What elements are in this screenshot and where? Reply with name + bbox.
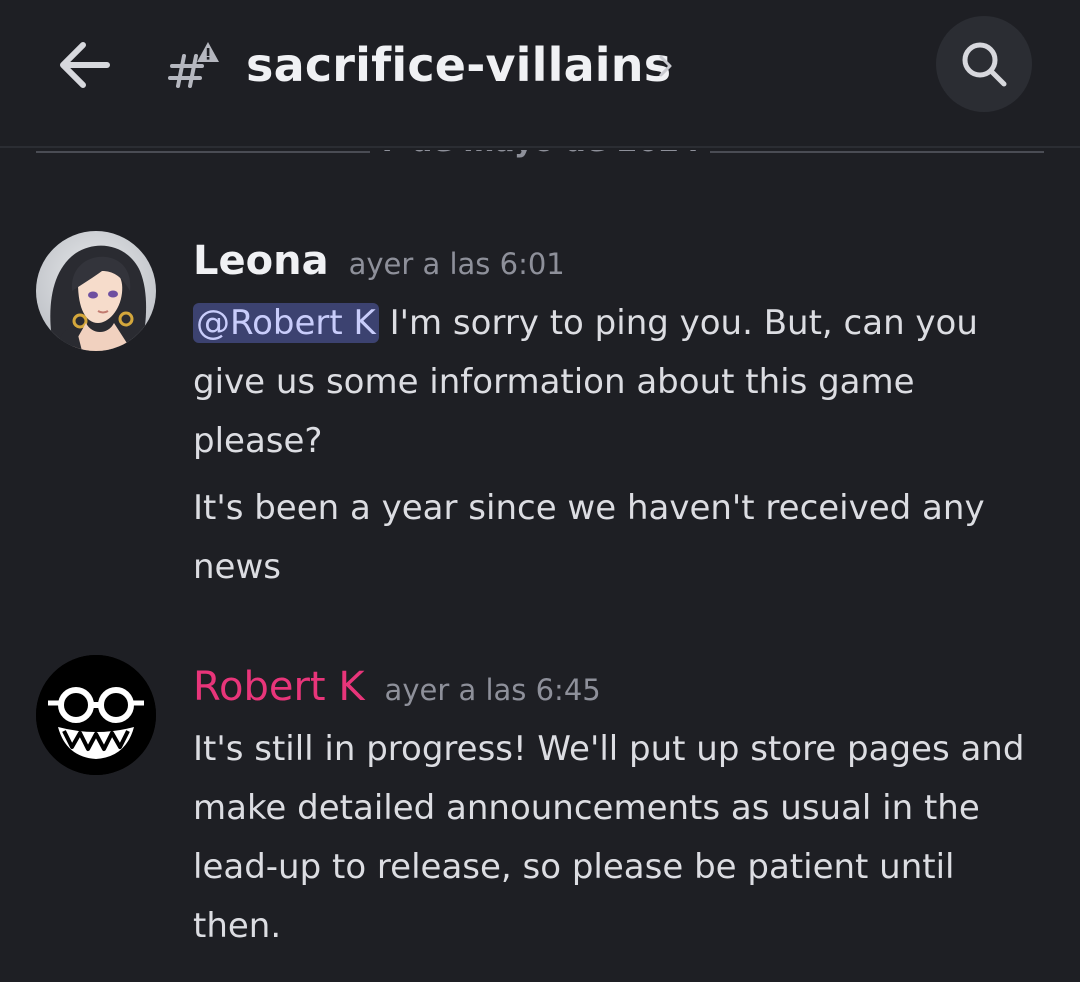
thread-channel-icon (168, 42, 219, 88)
avatar-robert-k[interactable] (36, 655, 156, 775)
chevron-right-icon[interactable] (654, 48, 678, 84)
message-paragraph: It's still in progress! We'll put up sto… (193, 720, 1043, 956)
message-header: Robert K ayer a las 6:45 (193, 664, 601, 710)
chat-screen: sacrifice-villains 7 de mayo de 2024 (0, 0, 1080, 982)
search-button[interactable] (936, 16, 1032, 112)
message-timestamp: ayer a las 6:45 (384, 673, 601, 707)
message-content: It's still in progress! We'll put up sto… (193, 720, 1043, 956)
avatar-leona[interactable] (36, 231, 156, 351)
message-content: @Robert K I'm sorry to ping you. But, ca… (193, 294, 1043, 597)
leona-avatar-image (36, 231, 156, 351)
date-divider-text: 7 de mayo de 2024 (370, 150, 710, 159)
message-robert-k[interactable]: Robert K ayer a las 6:45 It's still in pr… (0, 654, 1080, 964)
back-button[interactable] (50, 30, 120, 100)
robert-avatar-image (36, 655, 156, 775)
message-text: It's still in progress! We'll put up sto… (193, 729, 1025, 946)
message-timestamp: ayer a las 6:01 (348, 247, 565, 281)
divider-line-right (710, 151, 1044, 153)
divider-line-left (36, 151, 370, 153)
message-paragraph: @Robert K I'm sorry to ping you. But, ca… (193, 294, 1043, 471)
arrow-left-icon (60, 42, 110, 88)
message-text: It's been a year since we haven't receiv… (193, 488, 985, 587)
channel-header: sacrifice-villains (0, 0, 1080, 148)
message-header: Leona ayer a las 6:01 (193, 238, 565, 284)
author-name[interactable]: Leona (193, 238, 329, 284)
author-name[interactable]: Robert K (193, 664, 365, 710)
channel-title[interactable]: sacrifice-villains (246, 38, 671, 92)
search-icon (962, 42, 1007, 87)
user-mention[interactable]: @Robert K (193, 303, 379, 343)
message-leona[interactable]: Leona ayer a las 6:01 @Robert K I'm sorry… (0, 228, 1080, 608)
date-divider: 7 de mayo de 2024 (36, 150, 1044, 180)
message-paragraph: It's been a year since we haven't receiv… (193, 479, 1043, 597)
